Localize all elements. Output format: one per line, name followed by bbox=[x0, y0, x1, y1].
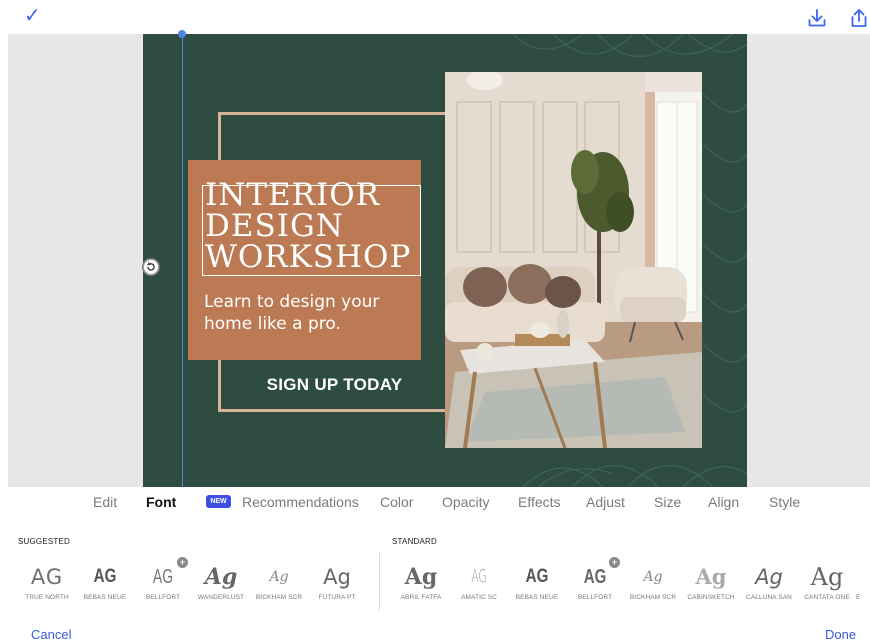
checkmark-icon[interactable]: ✓ bbox=[24, 5, 41, 25]
font-sample: Ag bbox=[269, 569, 289, 585]
font-option-abril-fatface[interactable]: Ag ABRIL FATFA bbox=[390, 560, 452, 612]
font-sample: Ag bbox=[323, 565, 351, 589]
alignment-guide bbox=[182, 34, 183, 487]
font-name: ABRIL FATFA bbox=[400, 594, 442, 601]
property-tabs: Edit Font Recommendations Color Opacity … bbox=[0, 487, 870, 517]
font-sample: Ag bbox=[755, 565, 783, 589]
font-name: BICKHAM SCR bbox=[629, 594, 677, 601]
tab-style[interactable]: Style bbox=[769, 494, 800, 510]
font-option-amatic-sc[interactable]: AG AMATIC SC bbox=[448, 560, 510, 612]
font-option-partial[interactable]: E bbox=[856, 560, 870, 612]
font-name: BEBAS NEUE bbox=[83, 594, 127, 601]
font-name: E bbox=[856, 594, 861, 601]
headline-line: WORKSHOP bbox=[205, 239, 412, 275]
font-option-bellfort[interactable]: AG BELLFORT bbox=[132, 560, 194, 612]
font-option-true-north[interactable]: AG TRUE NORTH bbox=[16, 560, 78, 612]
headline-text[interactable]: INTERIOR DESIGN WORKSHOP bbox=[205, 180, 435, 273]
rotate-icon[interactable] bbox=[142, 258, 160, 276]
share-icon[interactable] bbox=[848, 7, 870, 29]
tab-align[interactable]: Align bbox=[708, 494, 739, 510]
font-sample: Ag bbox=[404, 564, 438, 590]
cancel-button[interactable]: Cancel bbox=[31, 627, 71, 642]
download-icon[interactable] bbox=[806, 7, 828, 29]
tab-size[interactable]: Size bbox=[654, 494, 681, 510]
tab-color[interactable]: Color bbox=[380, 494, 413, 510]
section-divider bbox=[379, 553, 380, 611]
font-name: BICKHAM SCR bbox=[255, 594, 303, 601]
interior-photo[interactable] bbox=[445, 72, 702, 448]
font-name: TRUE NORTH bbox=[25, 594, 69, 601]
premium-plus-icon: + bbox=[177, 557, 188, 568]
font-name: FUTURA PT bbox=[318, 594, 356, 601]
font-sample: Ag bbox=[695, 564, 727, 589]
subtitle-line: home like a pro. bbox=[204, 314, 341, 334]
font-sample: Ag bbox=[204, 564, 238, 590]
font-option-wanderlust[interactable]: Ag WANDERLUST bbox=[190, 560, 252, 612]
font-name: CALLUNA SAN bbox=[746, 594, 792, 601]
new-badge: NEW bbox=[206, 495, 231, 508]
font-name: CANTATA ONE bbox=[804, 594, 850, 601]
font-name: CABINSKETCH bbox=[687, 594, 735, 601]
tab-font[interactable]: Font bbox=[146, 494, 176, 510]
font-option-bellfort-std[interactable]: AG BELLFORT bbox=[564, 560, 626, 612]
font-option-bebas-neue[interactable]: AG BEBAS NEUE bbox=[74, 560, 136, 612]
font-name: BELLFORT bbox=[577, 594, 613, 601]
font-sample: AG bbox=[525, 566, 549, 587]
font-sample: Ag bbox=[643, 569, 663, 585]
font-option-bickham-script-std[interactable]: Ag BICKHAM SCR bbox=[622, 560, 684, 612]
font-name: WANDERLUST bbox=[197, 594, 245, 601]
headline-line: INTERIOR bbox=[205, 177, 381, 213]
tab-recommendations[interactable]: Recommendations bbox=[242, 494, 359, 510]
guide-handle[interactable] bbox=[178, 30, 186, 38]
top-toolbar: ✓ bbox=[0, 0, 870, 34]
premium-plus-icon: + bbox=[609, 557, 620, 568]
font-option-calluna-sans[interactable]: Ag CALLUNA SAN bbox=[738, 560, 800, 612]
font-sample: AG bbox=[93, 566, 117, 587]
tab-opacity[interactable]: Opacity bbox=[442, 494, 489, 510]
subtitle-text[interactable]: Learn to design your home like a pro. bbox=[204, 291, 434, 335]
font-sample: AG bbox=[471, 566, 487, 587]
tab-effects[interactable]: Effects bbox=[518, 494, 561, 510]
font-option-futura-pt[interactable]: Ag FUTURA PT bbox=[306, 560, 368, 612]
tab-adjust[interactable]: Adjust bbox=[586, 494, 625, 510]
standard-label: STANDARD bbox=[392, 537, 438, 546]
font-sample bbox=[856, 560, 870, 594]
headline-line: DESIGN bbox=[205, 208, 344, 244]
font-option-cantata-one[interactable]: Ag CANTATA ONE bbox=[796, 560, 858, 612]
tab-edit[interactable]: Edit bbox=[93, 494, 117, 510]
font-option-bebas-neue-std[interactable]: AG BEBAS NEUE bbox=[506, 560, 568, 612]
done-button[interactable]: Done bbox=[825, 627, 856, 642]
cta-text[interactable]: SIGN UP TODAY bbox=[232, 375, 437, 395]
font-sample: AG bbox=[30, 565, 64, 589]
font-option-cabinsketch[interactable]: Ag CABINSKETCH bbox=[680, 560, 742, 612]
font-sample: Ag bbox=[810, 563, 844, 591]
font-name: AMATIC SC bbox=[461, 594, 497, 601]
subtitle-line: Learn to design your bbox=[204, 292, 380, 312]
font-name: BEBAS NEUE bbox=[515, 594, 559, 601]
font-name: BELLFORT bbox=[145, 594, 181, 601]
suggested-label: SUGGESTED bbox=[18, 537, 71, 546]
font-option-bickham-script[interactable]: Ag BICKHAM SCR bbox=[248, 560, 310, 612]
